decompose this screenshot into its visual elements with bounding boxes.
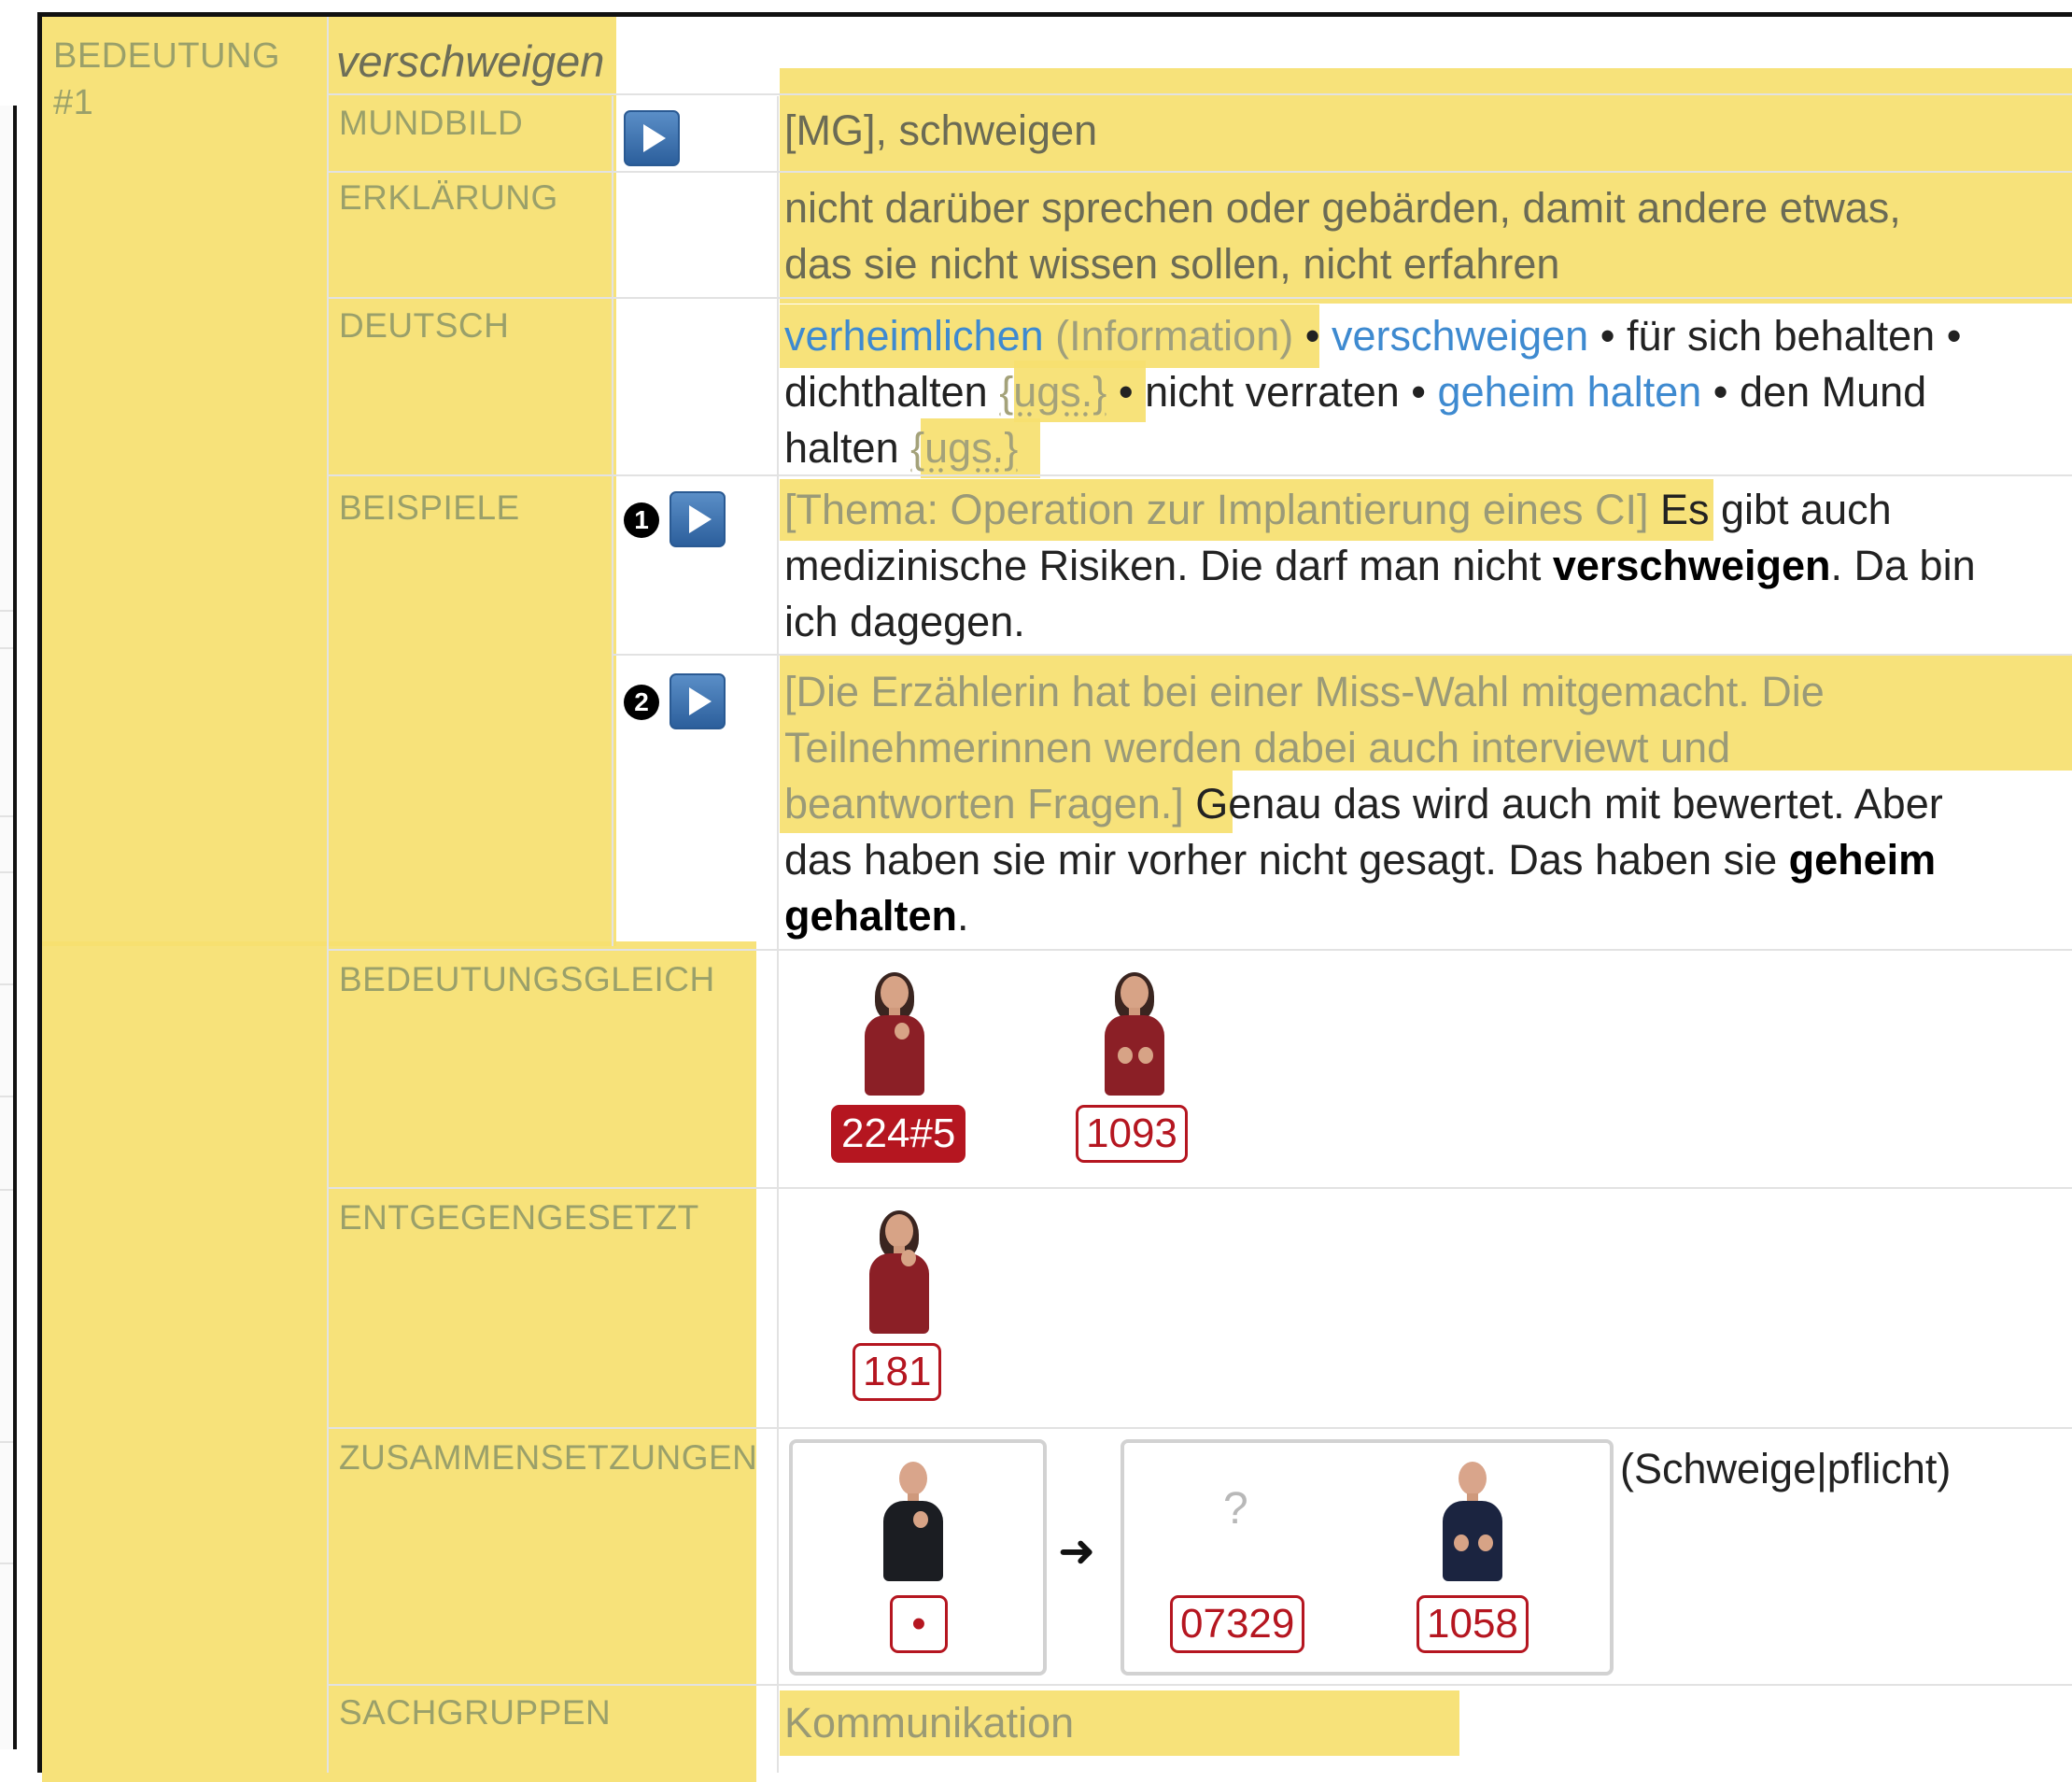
deutsch-label: DEUTSCH xyxy=(339,306,510,345)
deutsch-line-3: halten {ugs.} xyxy=(784,420,1018,476)
deutsch-line-1: verheimlichen (Information) • verschweig… xyxy=(784,308,1961,364)
mundbild-label: MUNDBILD xyxy=(339,104,524,142)
dictionary-entry-card: BEDEUTUNG #1 verschweigen MUNDBILD [MG],… xyxy=(37,12,2072,1782)
sachgruppe-link[interactable]: Kommunikation xyxy=(784,1695,1074,1751)
link-verheimlichen[interactable]: verheimlichen xyxy=(784,312,1044,360)
row-divider xyxy=(612,654,2072,656)
example-2-context: [Die Erzählerin hat bei einer Miss-Wahl … xyxy=(784,668,1825,715)
separator: • xyxy=(1600,312,1615,360)
separator: • xyxy=(1946,312,1962,360)
sign-tag-dot[interactable]: • xyxy=(890,1595,948,1653)
row-divider xyxy=(327,297,2072,299)
sign-video-thumbnail[interactable] xyxy=(1097,972,1172,1096)
example-2-text: Genau das wird auch mit bewertet. Aber xyxy=(1195,780,1943,827)
column-divider xyxy=(777,96,779,1773)
row-divider xyxy=(327,949,2072,951)
compound-arrow-icon: ➜ xyxy=(1058,1527,1096,1577)
term-nicht-verraten: nicht verraten xyxy=(1145,368,1400,416)
mundbild-text: [MG], schweigen xyxy=(784,106,1098,154)
term-den-mund: den Mund xyxy=(1740,368,1927,416)
erklaerung-line-1: nicht darüber sprechen oder gebärden, da… xyxy=(784,184,1901,232)
beispiele-label: BEISPIELE xyxy=(339,488,520,527)
example-1-keyword: verschweigen xyxy=(1552,542,1831,589)
term-dichthalten: dichthalten xyxy=(784,368,988,416)
sense-number: #1 xyxy=(53,83,94,122)
example-2-keyword: gehalten xyxy=(784,892,958,940)
note-information: (Information) xyxy=(1055,312,1294,360)
example-2-line-1: [Die Erzählerin hat bei einer Miss-Wahl … xyxy=(784,664,1825,720)
row-divider xyxy=(327,1684,2072,1686)
row-divider xyxy=(327,474,2072,476)
row-divider xyxy=(327,1187,2072,1189)
sign-video-thumbnail[interactable] xyxy=(857,972,932,1096)
erklaerung-label: ERKLÄRUNG xyxy=(339,178,558,217)
separator: • xyxy=(1411,368,1427,416)
sign-tag-07329[interactable]: 07329 xyxy=(1170,1595,1305,1653)
example-2-line-2: Teilnehmerinnen werden dabei auch interv… xyxy=(784,720,1730,776)
mundbild-play-button[interactable] xyxy=(624,110,680,166)
column-divider xyxy=(327,17,329,1773)
separator: • xyxy=(1118,368,1134,416)
example-1-number: 1 xyxy=(624,502,659,538)
sachgruppen-label: SACHGRUPPEN xyxy=(339,1693,612,1732)
example-2-context: Teilnehmerinnen werden dabei auch interv… xyxy=(784,724,1731,771)
compound-word: (Schweige|pflicht) xyxy=(1620,1445,1952,1492)
row-divider xyxy=(327,93,2072,95)
row-divider xyxy=(327,171,2072,173)
unknown-sign-icon: ? xyxy=(1223,1484,1248,1534)
zusammensetzungen-label: ZUSAMMENSETZUNGEN xyxy=(339,1438,758,1477)
link-geheim-halten[interactable]: geheim halten xyxy=(1438,368,1702,416)
column-divider xyxy=(612,96,613,946)
sign-tag-224-5[interactable]: 224#5 xyxy=(831,1105,966,1163)
highlight-lower-column xyxy=(42,941,756,1782)
example-2-text: . xyxy=(957,892,969,940)
entgegengesetzt-label: ENTGEGENGESETZT xyxy=(339,1198,699,1237)
sign-tag-1093[interactable]: 1093 xyxy=(1076,1105,1188,1163)
example-2-line-4: das haben sie mir vorher nicht gesagt. D… xyxy=(784,832,1936,888)
example-2-line-5: gehalten. xyxy=(784,888,969,944)
row-divider xyxy=(327,1427,2072,1429)
example-1-line-3: ich dagegen. xyxy=(784,598,1025,645)
highlight-label-column xyxy=(42,17,616,946)
note-ugs[interactable]: {ugs.} xyxy=(999,368,1106,416)
example-2-context: beantworten Fragen.] xyxy=(784,780,1184,827)
separator: • xyxy=(1713,368,1728,416)
term-fuer-sich-behalten: für sich behalten xyxy=(1626,312,1936,360)
background-window-edge xyxy=(0,106,17,1749)
sign-video-thumbnail[interactable] xyxy=(1435,1460,1510,1581)
link-verschweigen[interactable]: verschweigen xyxy=(1332,312,1588,360)
separator: • xyxy=(1304,312,1320,360)
example-2-play-button[interactable] xyxy=(670,673,726,729)
note-ugs[interactable]: {ugs.} xyxy=(910,424,1018,472)
bedeutungsgleich-label: BEDEUTUNGSGLEICH xyxy=(339,960,715,998)
sign-video-thumbnail[interactable] xyxy=(862,1210,937,1334)
example-1-text: Es gibt auch xyxy=(1659,486,1892,533)
example-1-line-1: [Thema: Operation zur Implantierung eine… xyxy=(784,482,1892,538)
sign-tag-181[interactable]: 181 xyxy=(853,1343,942,1401)
deutsch-line-2: dichthalten {ugs.} • nicht verraten • ge… xyxy=(784,364,1926,420)
sign-video-thumbnail[interactable] xyxy=(876,1460,951,1581)
erklaerung-line-2: das sie nicht wissen sollen, nicht erfah… xyxy=(784,240,1560,288)
example-1-line-2: medizinische Risiken. Die darf man nicht… xyxy=(784,538,1976,594)
example-2-number: 2 xyxy=(624,685,659,720)
sign-tag-1058[interactable]: 1058 xyxy=(1417,1595,1529,1653)
example-2-text: das haben sie mir vorher nicht gesagt. D… xyxy=(784,836,1778,884)
term-halten: halten xyxy=(784,424,899,472)
example-2-line-3: beantworten Fragen.] Genau das wird auch… xyxy=(784,776,1943,832)
sense-label: BEDEUTUNG xyxy=(53,36,281,76)
example-2-keyword: geheim xyxy=(1788,836,1937,884)
example-1-text: . Da bin xyxy=(1830,542,1976,589)
example-1-play-button[interactable] xyxy=(670,491,726,547)
example-1-context: [Thema: Operation zur Implantierung eine… xyxy=(784,486,1649,533)
example-1-text: medizinische Risiken. Die darf man nicht xyxy=(784,542,1542,589)
headword: verschweigen xyxy=(336,36,605,86)
